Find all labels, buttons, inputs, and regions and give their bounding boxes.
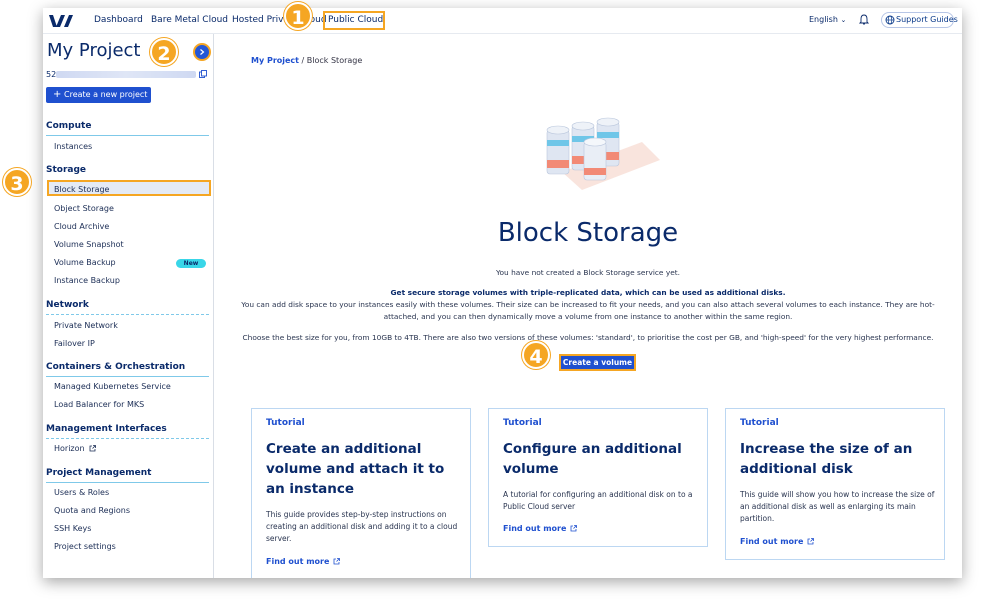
create-project-label: Create a new project xyxy=(64,90,148,99)
card-tag: Tutorial xyxy=(266,418,305,428)
app-window: Dashboard Bare Metal Cloud Hosted Privat… xyxy=(43,8,962,578)
language-selector[interactable]: English ⌄ xyxy=(809,15,846,24)
nav-bare-metal-cloud[interactable]: Bare Metal Cloud xyxy=(151,15,228,25)
external-link-icon xyxy=(571,525,578,532)
globe-icon xyxy=(885,15,895,25)
section-management-interfaces: Management Interfaces xyxy=(46,424,167,434)
sidebar-item-object-storage[interactable]: Object Storage xyxy=(54,204,114,213)
card-description: This guide provides step-by-step instruc… xyxy=(266,510,458,543)
find-out-more-link[interactable]: Find out more xyxy=(740,537,815,546)
sidebar-item-quota-regions[interactable]: Quota and Regions xyxy=(54,506,130,515)
project-title: My Project xyxy=(47,40,141,61)
find-out-more-link[interactable]: Find out more xyxy=(503,524,578,533)
section-containers-orchestration: Containers & Orchestration xyxy=(46,362,186,372)
sidebar-item-block-storage[interactable]: Block Storage xyxy=(54,185,109,194)
create-volume-button[interactable]: Create a volume xyxy=(559,354,636,371)
intro-heading: Get secure storage volumes with triple-r… xyxy=(390,288,786,297)
card-title: Create an additional volume and attach i… xyxy=(266,441,445,497)
step-marker-4: 4 xyxy=(522,341,550,369)
chevron-right-icon xyxy=(200,49,205,55)
create-project-button[interactable]: + Create a new project xyxy=(46,87,151,103)
card-title: Increase the size of an additional disk xyxy=(740,441,913,477)
nav-public-cloud[interactable]: Public Cloud xyxy=(328,15,383,25)
sidebar-item-managed-kubernetes[interactable]: Managed Kubernetes Service xyxy=(54,382,171,391)
sidebar-collapse-button[interactable] xyxy=(193,43,211,61)
card-title: Configure an additional volume xyxy=(503,441,682,477)
external-link-icon xyxy=(89,445,96,452)
step-marker-1: 1 xyxy=(284,2,312,30)
sidebar: My Project 52 + Create a new project Com… xyxy=(43,34,214,578)
sidebar-item-failover-ip[interactable]: Failover IP xyxy=(54,339,95,348)
step-marker-3: 3 xyxy=(3,168,31,196)
external-link-icon xyxy=(808,538,815,545)
support-guides-label: Support Guides xyxy=(896,15,958,24)
sidebar-item-instance-backup[interactable]: Instance Backup xyxy=(54,276,120,285)
project-id-redacted xyxy=(56,71,196,78)
block-storage-illustration xyxy=(546,117,660,190)
nav-hosted-private-cloud[interactable]: Hosted Private Cloud xyxy=(232,15,327,25)
sidebar-item-users-roles[interactable]: Users & Roles xyxy=(54,488,109,497)
empty-state-text: You have not created a Block Storage ser… xyxy=(496,268,680,277)
new-badge: New xyxy=(176,259,206,268)
link-label: Find out more xyxy=(740,537,804,546)
sidebar-item-instances[interactable]: Instances xyxy=(54,142,92,151)
sidebar-item-horizon[interactable]: Horizon xyxy=(54,444,96,453)
divider xyxy=(46,135,209,136)
intro-text-line3: Choose the best size for you, from 10GB … xyxy=(242,333,934,342)
divider xyxy=(46,438,209,439)
top-navbar: Dashboard Bare Metal Cloud Hosted Privat… xyxy=(43,8,962,34)
tutorial-card[interactable]: Tutorial Increase the size of an additio… xyxy=(725,408,945,560)
step-marker-2: 2 xyxy=(150,38,178,66)
chevron-down-icon: ⌄ xyxy=(840,16,847,24)
copy-icon[interactable] xyxy=(199,70,207,78)
support-guides-button[interactable]: Support Guides xyxy=(881,12,958,28)
intro-text-line2: attached, and you can then dynamically m… xyxy=(383,312,793,321)
section-network: Network xyxy=(46,300,89,310)
card-description: A tutorial for configuring an additional… xyxy=(503,490,693,511)
tutorial-card[interactable]: Tutorial Create an additional volume and… xyxy=(251,408,471,578)
sidebar-item-label: Horizon xyxy=(54,444,85,453)
bell-icon[interactable] xyxy=(859,14,869,26)
card-description: This guide will show you how to increase… xyxy=(740,490,935,523)
divider xyxy=(46,376,209,377)
section-compute: Compute xyxy=(46,121,92,131)
sidebar-item-private-network[interactable]: Private Network xyxy=(54,321,118,330)
breadcrumb-my-project[interactable]: My Project xyxy=(251,56,299,65)
sidebar-item-ssh-keys[interactable]: SSH Keys xyxy=(54,524,91,533)
section-storage: Storage xyxy=(46,165,87,175)
breadcrumb-current: Block Storage xyxy=(306,56,363,65)
link-label: Find out more xyxy=(266,557,330,566)
page-title: Block Storage xyxy=(497,218,679,248)
divider xyxy=(46,314,209,315)
sidebar-item-volume-backup[interactable]: Volume Backup xyxy=(54,258,116,267)
main-content: My Project / Block Storage Block Storage… xyxy=(214,34,962,578)
breadcrumb: My Project / Block Storage xyxy=(251,56,362,65)
external-link-icon xyxy=(334,558,341,565)
find-out-more-link[interactable]: Find out more xyxy=(266,557,341,566)
sidebar-item-volume-snapshot[interactable]: Volume Snapshot xyxy=(54,240,124,249)
tutorial-card[interactable]: Tutorial Configure an additional volume … xyxy=(488,408,708,547)
intro-text-line1: You can add disk space to your instances… xyxy=(241,300,935,309)
divider xyxy=(46,482,209,483)
card-tag: Tutorial xyxy=(740,418,779,428)
project-id: 52 xyxy=(46,70,57,79)
language-label: English xyxy=(809,15,838,24)
breadcrumb-separator: / xyxy=(301,56,305,65)
sidebar-item-load-balancer-mks[interactable]: Load Balancer for MKS xyxy=(54,400,144,409)
sidebar-item-cloud-archive[interactable]: Cloud Archive xyxy=(54,222,109,231)
ovh-logo-icon[interactable] xyxy=(48,13,74,29)
sidebar-item-project-settings[interactable]: Project settings xyxy=(54,542,116,551)
section-project-management: Project Management xyxy=(46,468,152,478)
card-tag: Tutorial xyxy=(503,418,542,428)
nav-dashboard[interactable]: Dashboard xyxy=(94,15,143,25)
plus-icon: + xyxy=(53,89,62,100)
link-label: Find out more xyxy=(503,524,567,533)
